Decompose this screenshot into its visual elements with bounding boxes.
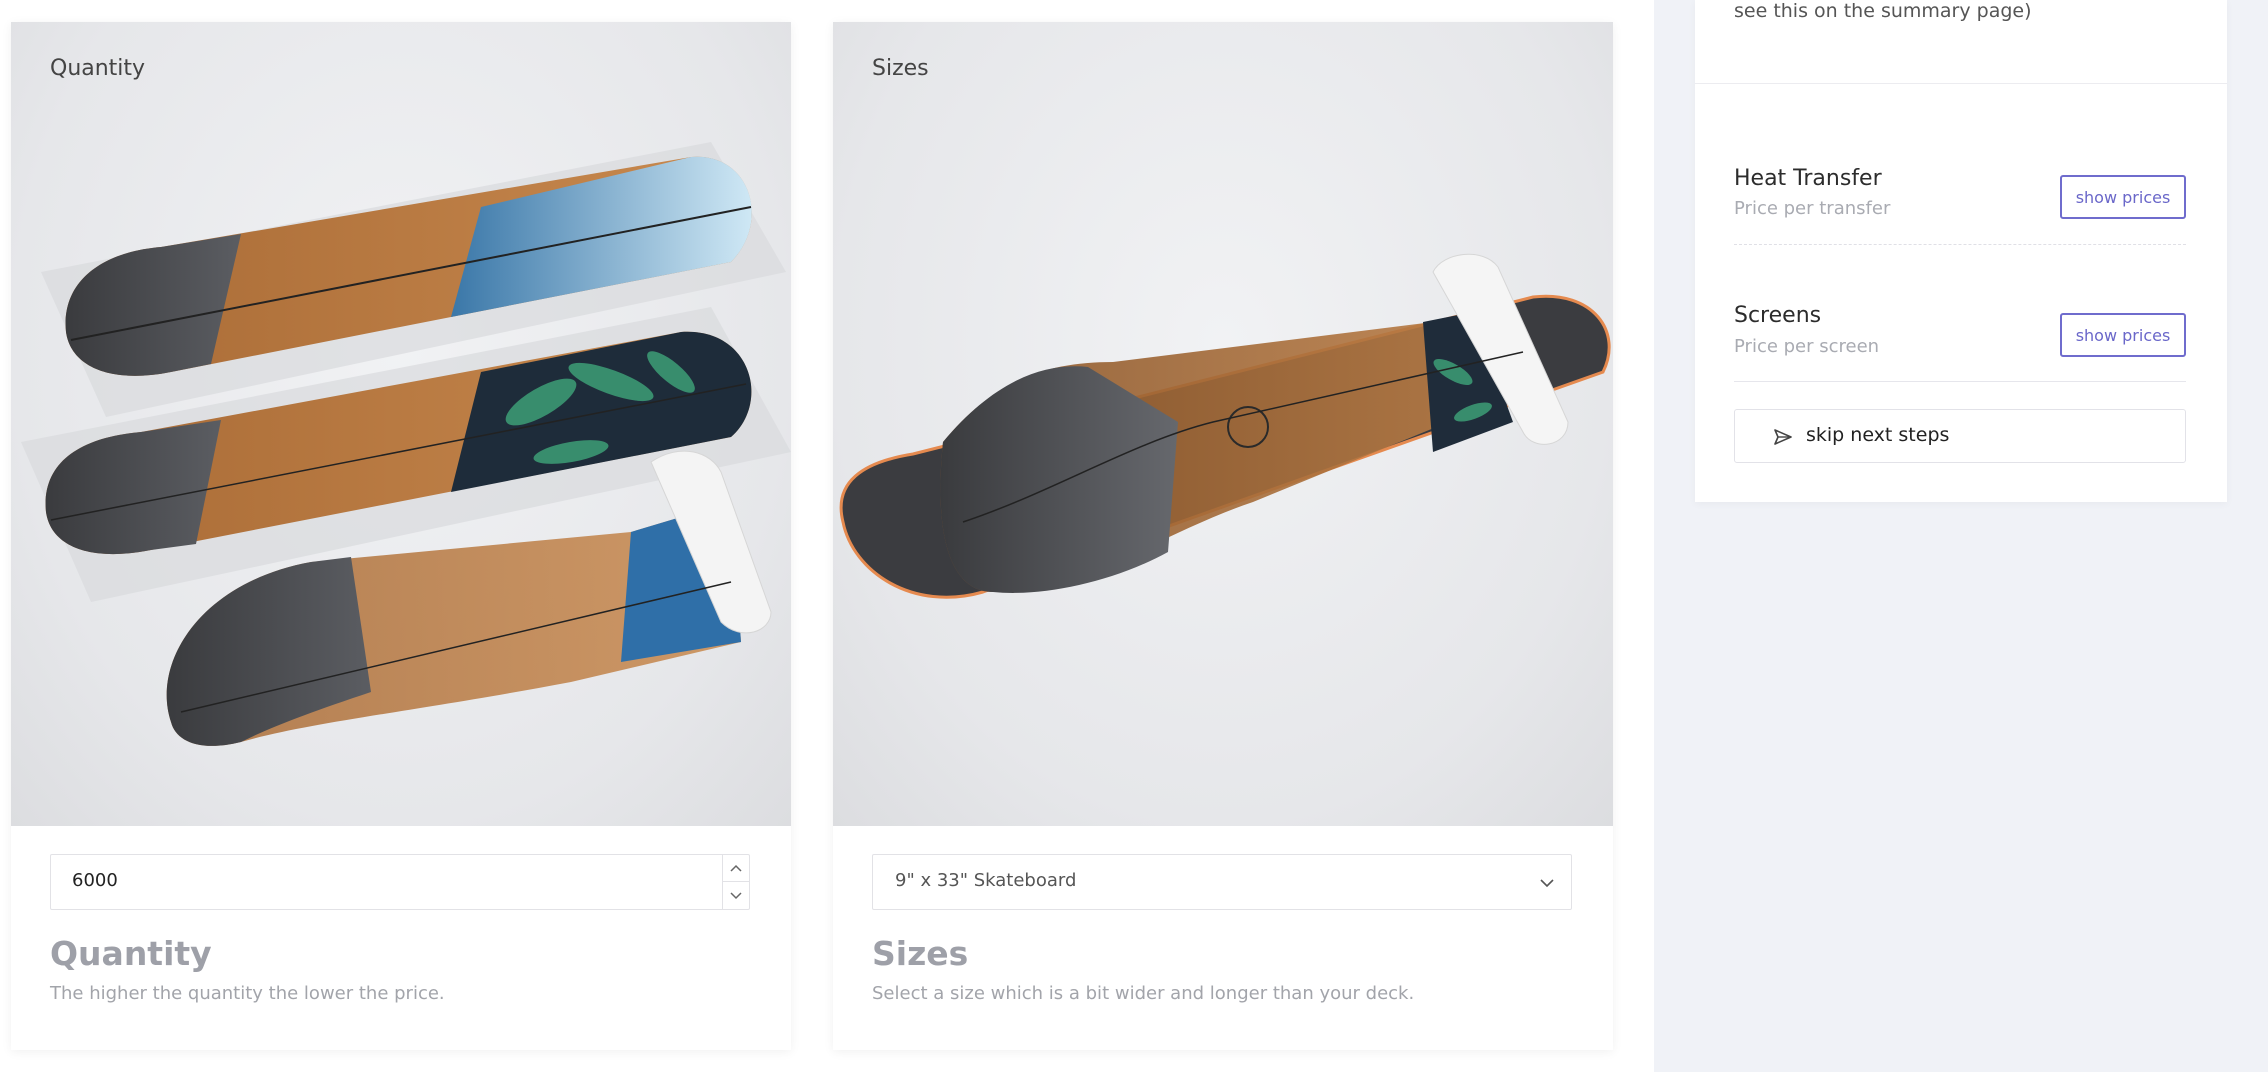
main-content: Quantity 6000 Quantity The higher the qu… [0,0,1654,1072]
summary-note: see this on the summary page) [1734,0,2032,22]
quantity-product-image [11,22,791,826]
skip-next-steps-button[interactable]: skip next steps [1734,409,2186,463]
sizes-title: Sizes [872,934,969,973]
sizes-card: Sizes 9" x 33" Skateboard Sizes Select a… [833,22,1613,1050]
quantity-input[interactable]: 6000 [50,854,750,910]
divider [1734,381,2186,382]
divider [1695,83,2227,84]
quantity-description: The higher the quantity the lower the pr… [50,983,445,1004]
screens-show-prices-button[interactable]: show prices [2060,313,2186,357]
sizes-image-caption: Sizes [872,56,929,81]
screens-subtitle: Price per screen [1734,336,1880,357]
size-select[interactable]: 9" x 33" Skateboard [872,854,1572,910]
sizes-product-image [833,22,1613,826]
sizes-description: Select a size which is a bit wider and l… [872,983,1415,1004]
send-icon [1774,429,1792,445]
heat-transfer-show-prices-button[interactable]: show prices [2060,175,2186,219]
quantity-input-value[interactable]: 6000 [72,870,118,891]
quantity-image-caption: Quantity [50,56,146,81]
quantity-card: Quantity 6000 Quantity The higher the qu… [11,22,791,1050]
screens-title: Screens [1734,303,1822,328]
quantity-stepper[interactable] [722,855,749,909]
chevron-up-icon [730,864,742,872]
chevron-down-icon [1540,879,1554,888]
divider [1734,244,2186,245]
decrement-button[interactable] [723,882,749,909]
chevron-down-icon [730,891,742,899]
size-select-value[interactable]: 9" x 33" Skateboard [895,870,1076,891]
heat-transfer-title: Heat Transfer [1734,166,1882,191]
increment-button[interactable] [723,855,749,882]
quantity-title: Quantity [50,934,212,973]
options-sidebar: see this on the summary page) Heat Trans… [1695,0,2227,502]
heat-transfer-subtitle: Price per transfer [1734,198,1891,219]
skip-next-steps-label[interactable]: skip next steps [1806,424,1949,446]
